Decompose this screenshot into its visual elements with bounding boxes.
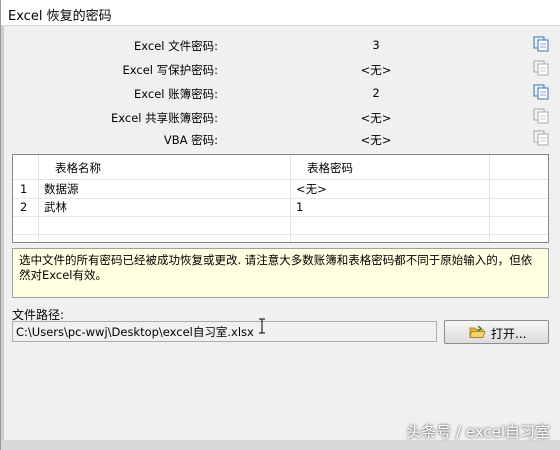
password-row-shared-workbook: Excel 共享账簿密码: <无> <box>1 106 560 128</box>
folder-open-icon <box>469 325 486 338</box>
file-password-value: 3 <box>372 38 380 52</box>
column-header-sheet-password[interactable]: 表格密码 <box>307 159 353 177</box>
write-protect-password-label: Excel 写保护密码: <box>122 63 219 77</box>
copy-icon-disabled <box>533 108 549 124</box>
copy-icon[interactable] <box>532 83 550 101</box>
copy-icon-disabled <box>533 130 549 146</box>
row-number: 1 <box>20 182 28 196</box>
workbook-password-value: 2 <box>372 86 380 100</box>
row-divider <box>13 234 548 235</box>
sheet-password-cell: 1 <box>296 200 304 214</box>
shared-workbook-password-label: Excel 共享账簿密码: <box>111 111 218 125</box>
file-path-field[interactable] <box>12 321 437 342</box>
window-title: Excel 恢复的密码 <box>8 9 112 24</box>
row-number: 2 <box>20 200 28 214</box>
copy-icon[interactable] <box>532 35 550 53</box>
vba-password-label: VBA 密码: <box>163 133 218 147</box>
sheet-name-cell: 武林 <box>44 200 67 214</box>
password-row-vba: VBA 密码: <无> <box>1 128 560 150</box>
file-password-label: Excel 文件密码: <box>134 39 218 53</box>
vba-password-value: <无> <box>360 133 392 147</box>
watermark: 头条号 / excel自习室 <box>406 423 550 441</box>
password-row-write-protect: Excel 写保护密码: <无> <box>1 58 560 80</box>
row-divider <box>13 216 548 217</box>
text-cursor-icon <box>259 318 265 334</box>
sheet-password-table[interactable]: 表格名称 表格密码 1 数据源 <无> 2 武林 1 <box>12 154 549 243</box>
open-button-label: 打开... <box>491 327 527 341</box>
sheet-name-cell: 数据源 <box>44 182 79 196</box>
open-button[interactable]: 打开... <box>444 320 549 344</box>
write-protect-password-value: <无> <box>360 63 392 77</box>
title-bar: Excel 恢复的密码 <box>1 0 560 26</box>
recovered-passwords-window: Excel 恢复的密码 Excel 文件密码: 3 Excel 写保护密码: <… <box>0 0 560 450</box>
password-row-file: Excel 文件密码: 3 <box>1 34 560 56</box>
row-divider <box>13 198 548 199</box>
column-header-sheet-name[interactable]: 表格名称 <box>55 159 101 177</box>
copy-icon-disabled <box>533 60 549 76</box>
sheet-password-cell: <无> <box>296 182 327 196</box>
info-message: 选中文件的所有密码已经被成功恢复或更改. 请注意大多数账簿和表格密码都不同于原始… <box>12 248 549 298</box>
workbook-password-label: Excel 账簿密码: <box>134 87 218 101</box>
password-row-workbook: Excel 账簿密码: 2 <box>1 82 560 104</box>
shared-workbook-password-value: <无> <box>360 111 392 125</box>
